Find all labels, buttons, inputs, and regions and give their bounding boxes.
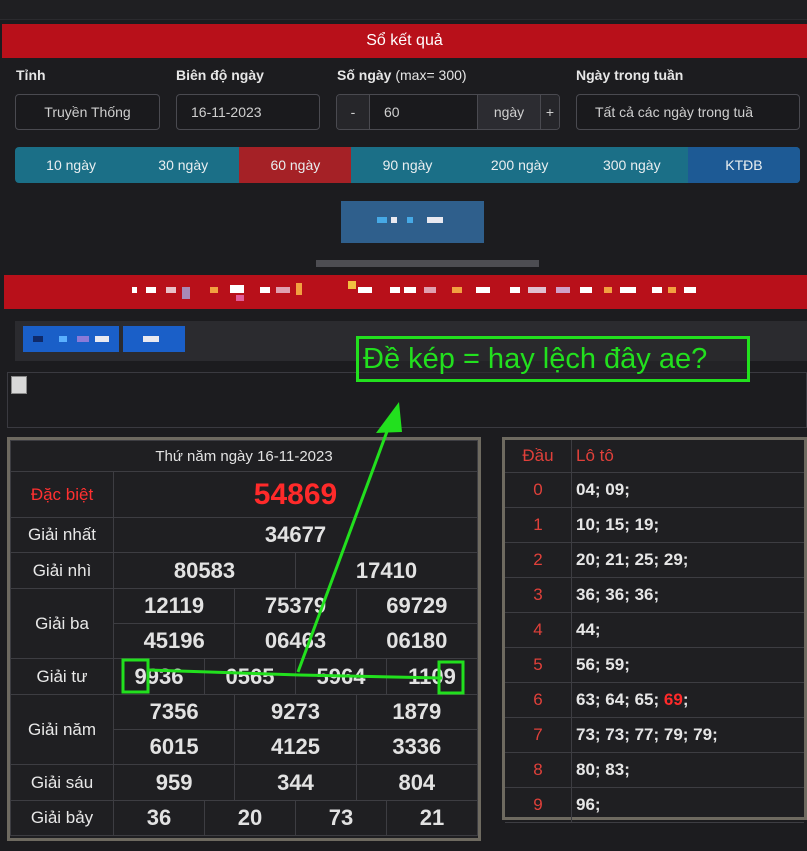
- annotation-connector-line: [147, 668, 443, 680]
- annotation-arrow-line: [296, 417, 394, 673]
- annotation-arrowhead: [376, 402, 402, 433]
- annotation-highlight-box: [121, 658, 150, 694]
- annotation-highlight-box: [437, 660, 465, 695]
- annotation-arrows: [121, 402, 465, 695]
